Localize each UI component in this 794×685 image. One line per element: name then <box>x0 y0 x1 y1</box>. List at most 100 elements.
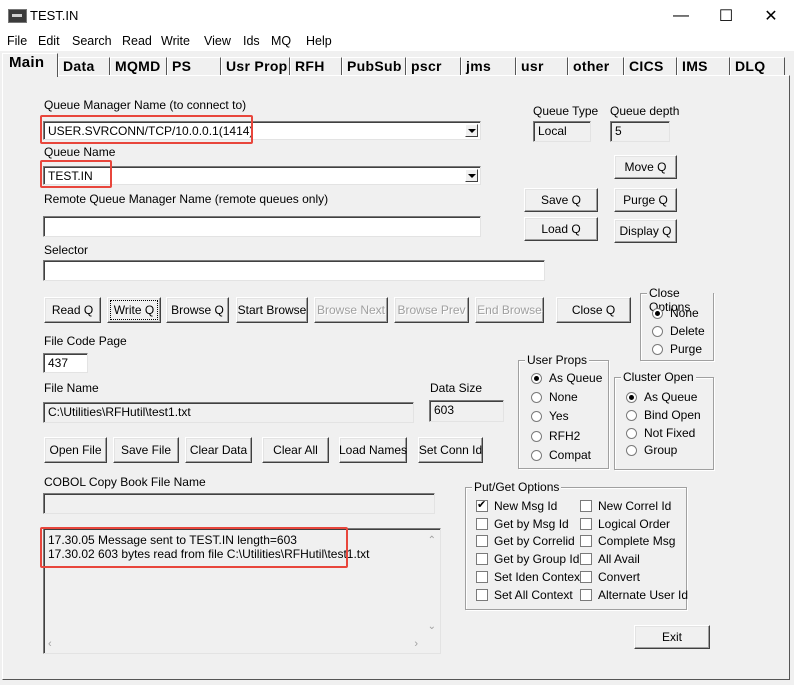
close-q-button[interactable]: Close Q <box>556 297 631 323</box>
read-q-button[interactable]: Read Q <box>44 297 101 323</box>
load-names-button[interactable]: Load Names <box>339 437 407 463</box>
checkbox-icon[interactable] <box>476 498 488 512</box>
cluster-open-group-option[interactable]: Group <box>626 443 677 457</box>
checkbox-icon[interactable] <box>580 589 592 601</box>
radio-icon[interactable] <box>652 343 663 355</box>
checkbox-icon[interactable] <box>476 571 488 583</box>
radio-icon[interactable] <box>626 427 637 439</box>
maximize-button[interactable]: ☐ <box>703 0 749 31</box>
radio-icon[interactable] <box>626 444 637 456</box>
selector-input[interactable] <box>43 260 545 281</box>
scroll-down-icon[interactable]: ⌄ <box>428 621 436 632</box>
queue-name-combobox[interactable]: TEST.IN <box>43 166 481 185</box>
radio-icon[interactable] <box>626 409 637 421</box>
menu-ids[interactable]: Ids <box>243 34 260 48</box>
tab-usr-prop[interactable]: Usr Prop <box>221 57 290 76</box>
user-props-none[interactable]: None <box>531 390 578 404</box>
log-textarea[interactable]: 17.30.05 Message sent to TEST.IN length=… <box>43 528 441 654</box>
tab-data[interactable]: Data <box>58 57 110 76</box>
browse-prev-button[interactable]: Browse Prev <box>394 297 469 323</box>
menu-mq[interactable]: MQ <box>271 34 291 48</box>
write-q-button[interactable]: Write Q <box>107 297 161 323</box>
option-convert[interactable]: Convert <box>580 570 640 584</box>
purge-q-button[interactable]: Purge Q <box>614 188 677 212</box>
checkbox-icon[interactable] <box>476 535 488 547</box>
option-set-all-context[interactable]: Set All Context <box>476 588 573 602</box>
code-page-input[interactable]: 437 <box>43 353 88 373</box>
close-window-button[interactable]: ✕ <box>748 0 794 31</box>
option-logical-order[interactable]: Logical Order <box>580 517 670 531</box>
radio-icon[interactable] <box>531 410 542 422</box>
radio-icon[interactable] <box>626 391 637 403</box>
browse-next-button[interactable]: Browse Next <box>314 297 388 323</box>
tab-other[interactable]: other <box>568 57 624 76</box>
remote-qmgr-input[interactable] <box>43 216 481 237</box>
chevron-down-icon[interactable] <box>465 124 478 137</box>
menu-help[interactable]: Help <box>306 34 332 48</box>
end-browse-button[interactable]: End Browse <box>475 297 544 323</box>
exit-button[interactable]: Exit <box>634 625 710 649</box>
tab-cics[interactable]: CICS <box>624 57 677 76</box>
checkbox-icon[interactable] <box>580 535 592 547</box>
tab-mqmd[interactable]: MQMD <box>110 57 167 76</box>
option-get-by-group-id[interactable]: Get by Group Id <box>476 552 579 566</box>
scroll-left-icon[interactable]: ‹ <box>48 638 52 650</box>
close-option-delete[interactable]: Delete <box>652 324 705 338</box>
scroll-up-icon[interactable]: ⌃ <box>428 535 436 546</box>
tab-ps[interactable]: PS <box>167 57 221 76</box>
close-option-purge[interactable]: Purge <box>652 342 702 356</box>
menu-write[interactable]: Write <box>161 34 190 48</box>
menu-edit[interactable]: Edit <box>38 34 60 48</box>
option-get-by-correlid[interactable]: Get by Correlid <box>476 534 575 548</box>
menu-file[interactable]: File <box>7 34 27 48</box>
checkbox-icon[interactable] <box>580 571 592 583</box>
option-alternate-user-id[interactable]: Alternate User Id <box>580 588 688 602</box>
checkbox-icon[interactable] <box>580 500 592 512</box>
browse-q-button[interactable]: Browse Q <box>166 297 229 323</box>
radio-icon[interactable] <box>531 449 542 461</box>
open-file-button[interactable]: Open File <box>44 437 107 463</box>
radio-icon[interactable] <box>531 430 542 442</box>
option-set-iden-context[interactable]: Set Iden Context <box>476 570 583 584</box>
option-all-avail[interactable]: All Avail <box>580 552 640 566</box>
tab-dlq[interactable]: DLQ <box>730 57 785 76</box>
option-new-msg-id[interactable]: New Msg Id <box>476 498 557 513</box>
display-q-button[interactable]: Display Q <box>614 219 677 243</box>
tab-jms[interactable]: jms <box>461 57 516 76</box>
cluster-open-as-queue[interactable]: As Queue <box>626 390 697 404</box>
user-props-yes[interactable]: Yes <box>531 409 569 423</box>
checkbox-icon[interactable] <box>580 553 592 565</box>
cluster-open-bind-open[interactable]: Bind Open <box>626 408 701 422</box>
radio-icon[interactable] <box>652 325 663 337</box>
radio-icon[interactable] <box>531 391 542 403</box>
clear-data-button[interactable]: Clear Data <box>185 437 252 463</box>
radio-icon[interactable] <box>531 372 542 384</box>
tab-rfh[interactable]: RFH <box>290 57 342 76</box>
radio-icon[interactable] <box>652 307 663 319</box>
option-get-by-msg-id[interactable]: Get by Msg Id <box>476 517 569 531</box>
tab-usr[interactable]: usr <box>516 57 568 76</box>
load-q-button[interactable]: Load Q <box>524 217 598 241</box>
tab-pubsub[interactable]: PubSub <box>342 57 406 76</box>
tab-pscr[interactable]: pscr <box>406 57 461 76</box>
cluster-open-not-fixed[interactable]: Not Fixed <box>626 426 695 440</box>
menu-view[interactable]: View <box>204 34 231 48</box>
tab-main[interactable]: Main <box>2 53 58 77</box>
close-option-none[interactable]: None <box>652 306 699 320</box>
user-props-compat[interactable]: Compat <box>531 448 591 462</box>
save-q-button[interactable]: Save Q <box>524 188 598 212</box>
tab-ims[interactable]: IMS <box>677 57 730 76</box>
scroll-right-icon[interactable]: › <box>414 638 418 650</box>
chevron-down-icon[interactable] <box>465 169 478 182</box>
checkbox-icon[interactable] <box>476 553 488 565</box>
checkbox-icon[interactable] <box>476 589 488 601</box>
menu-read[interactable]: Read <box>122 34 152 48</box>
checkbox-icon[interactable] <box>476 518 488 530</box>
option-complete-msg[interactable]: Complete Msg <box>580 534 675 548</box>
user-props-as-queue[interactable]: As Queue <box>531 371 602 385</box>
user-props-rfh2[interactable]: RFH2 <box>531 429 580 443</box>
qmgr-combobox[interactable]: USER.SVRCONN/TCP/10.0.0.1(1414) <box>43 121 481 140</box>
save-file-button[interactable]: Save File <box>113 437 179 463</box>
menu-search[interactable]: Search <box>72 34 112 48</box>
option-new-correl-id[interactable]: New Correl Id <box>580 499 671 513</box>
